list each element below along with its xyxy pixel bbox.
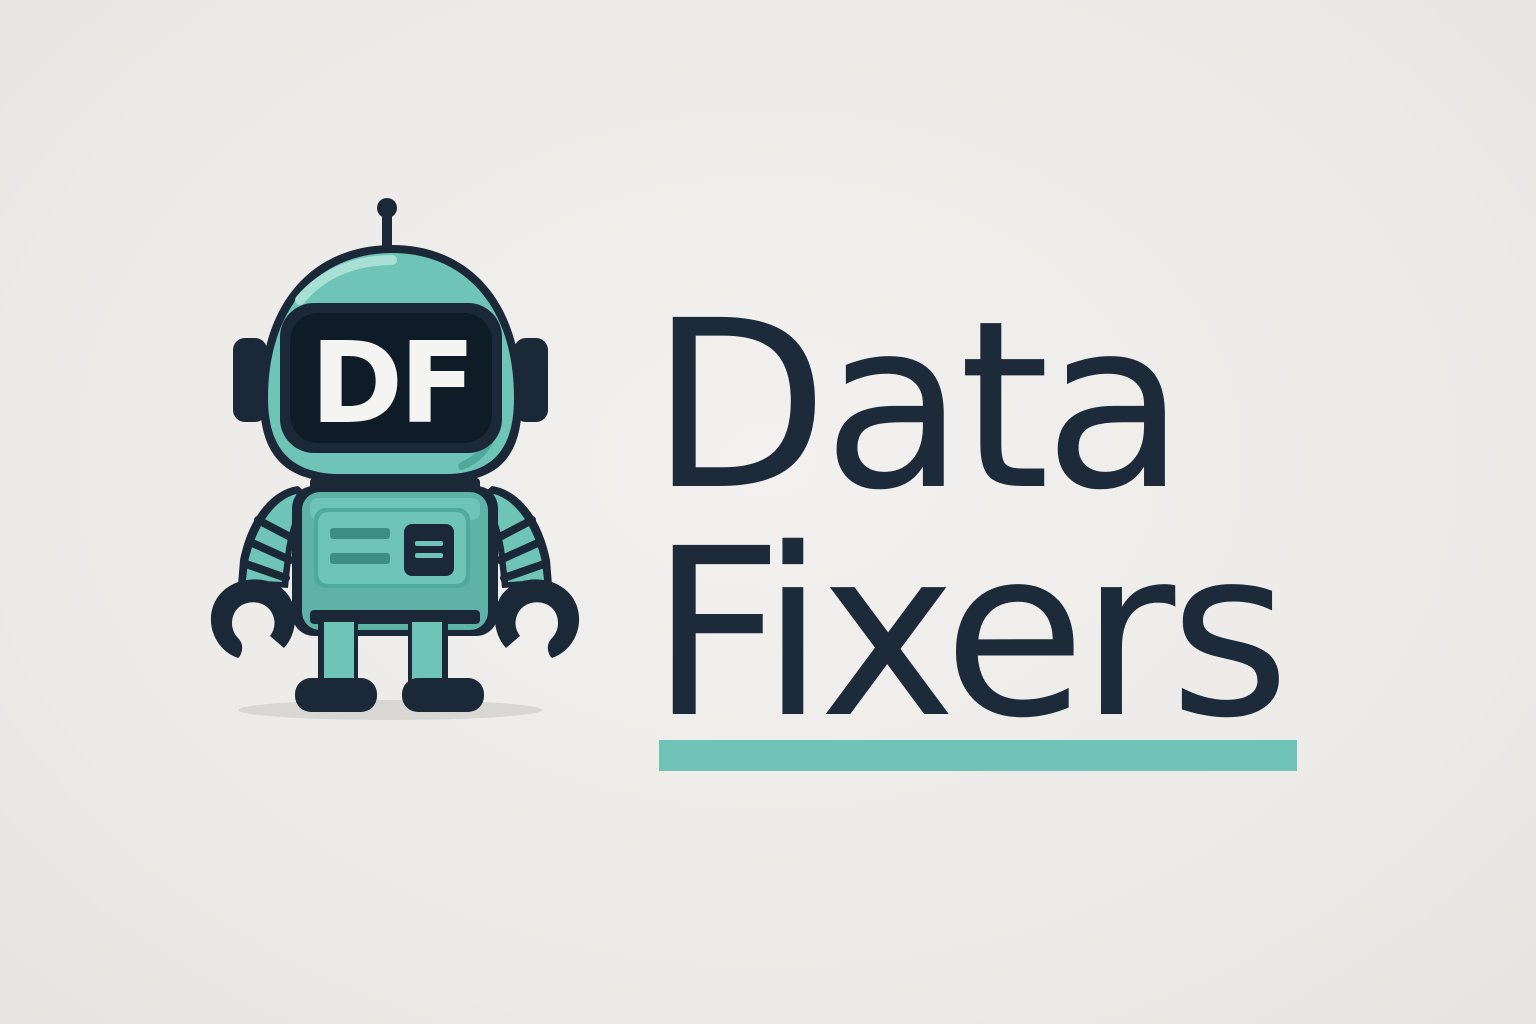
right-claw-icon xyxy=(494,579,580,658)
left-foot-icon xyxy=(295,678,377,712)
right-foot-icon xyxy=(402,678,484,712)
brand-name-line-1: Data xyxy=(650,271,1186,541)
visor-icon: DF xyxy=(280,303,502,453)
chest-panel-icon xyxy=(314,508,470,588)
visor-monogram: DF xyxy=(310,319,471,449)
robot-mascot-icon: DF xyxy=(210,198,580,720)
belt-icon xyxy=(310,610,480,624)
logo-canvas: DF Data Fixers xyxy=(0,0,1536,1024)
left-leg-icon xyxy=(318,622,358,684)
brand-name-line-2: Fixers xyxy=(650,499,1290,769)
left-claw-icon xyxy=(210,579,296,658)
right-leg-icon xyxy=(408,622,448,684)
antenna-icon xyxy=(377,198,397,250)
accent-underline xyxy=(659,740,1297,771)
mascot-shadow xyxy=(238,700,542,720)
